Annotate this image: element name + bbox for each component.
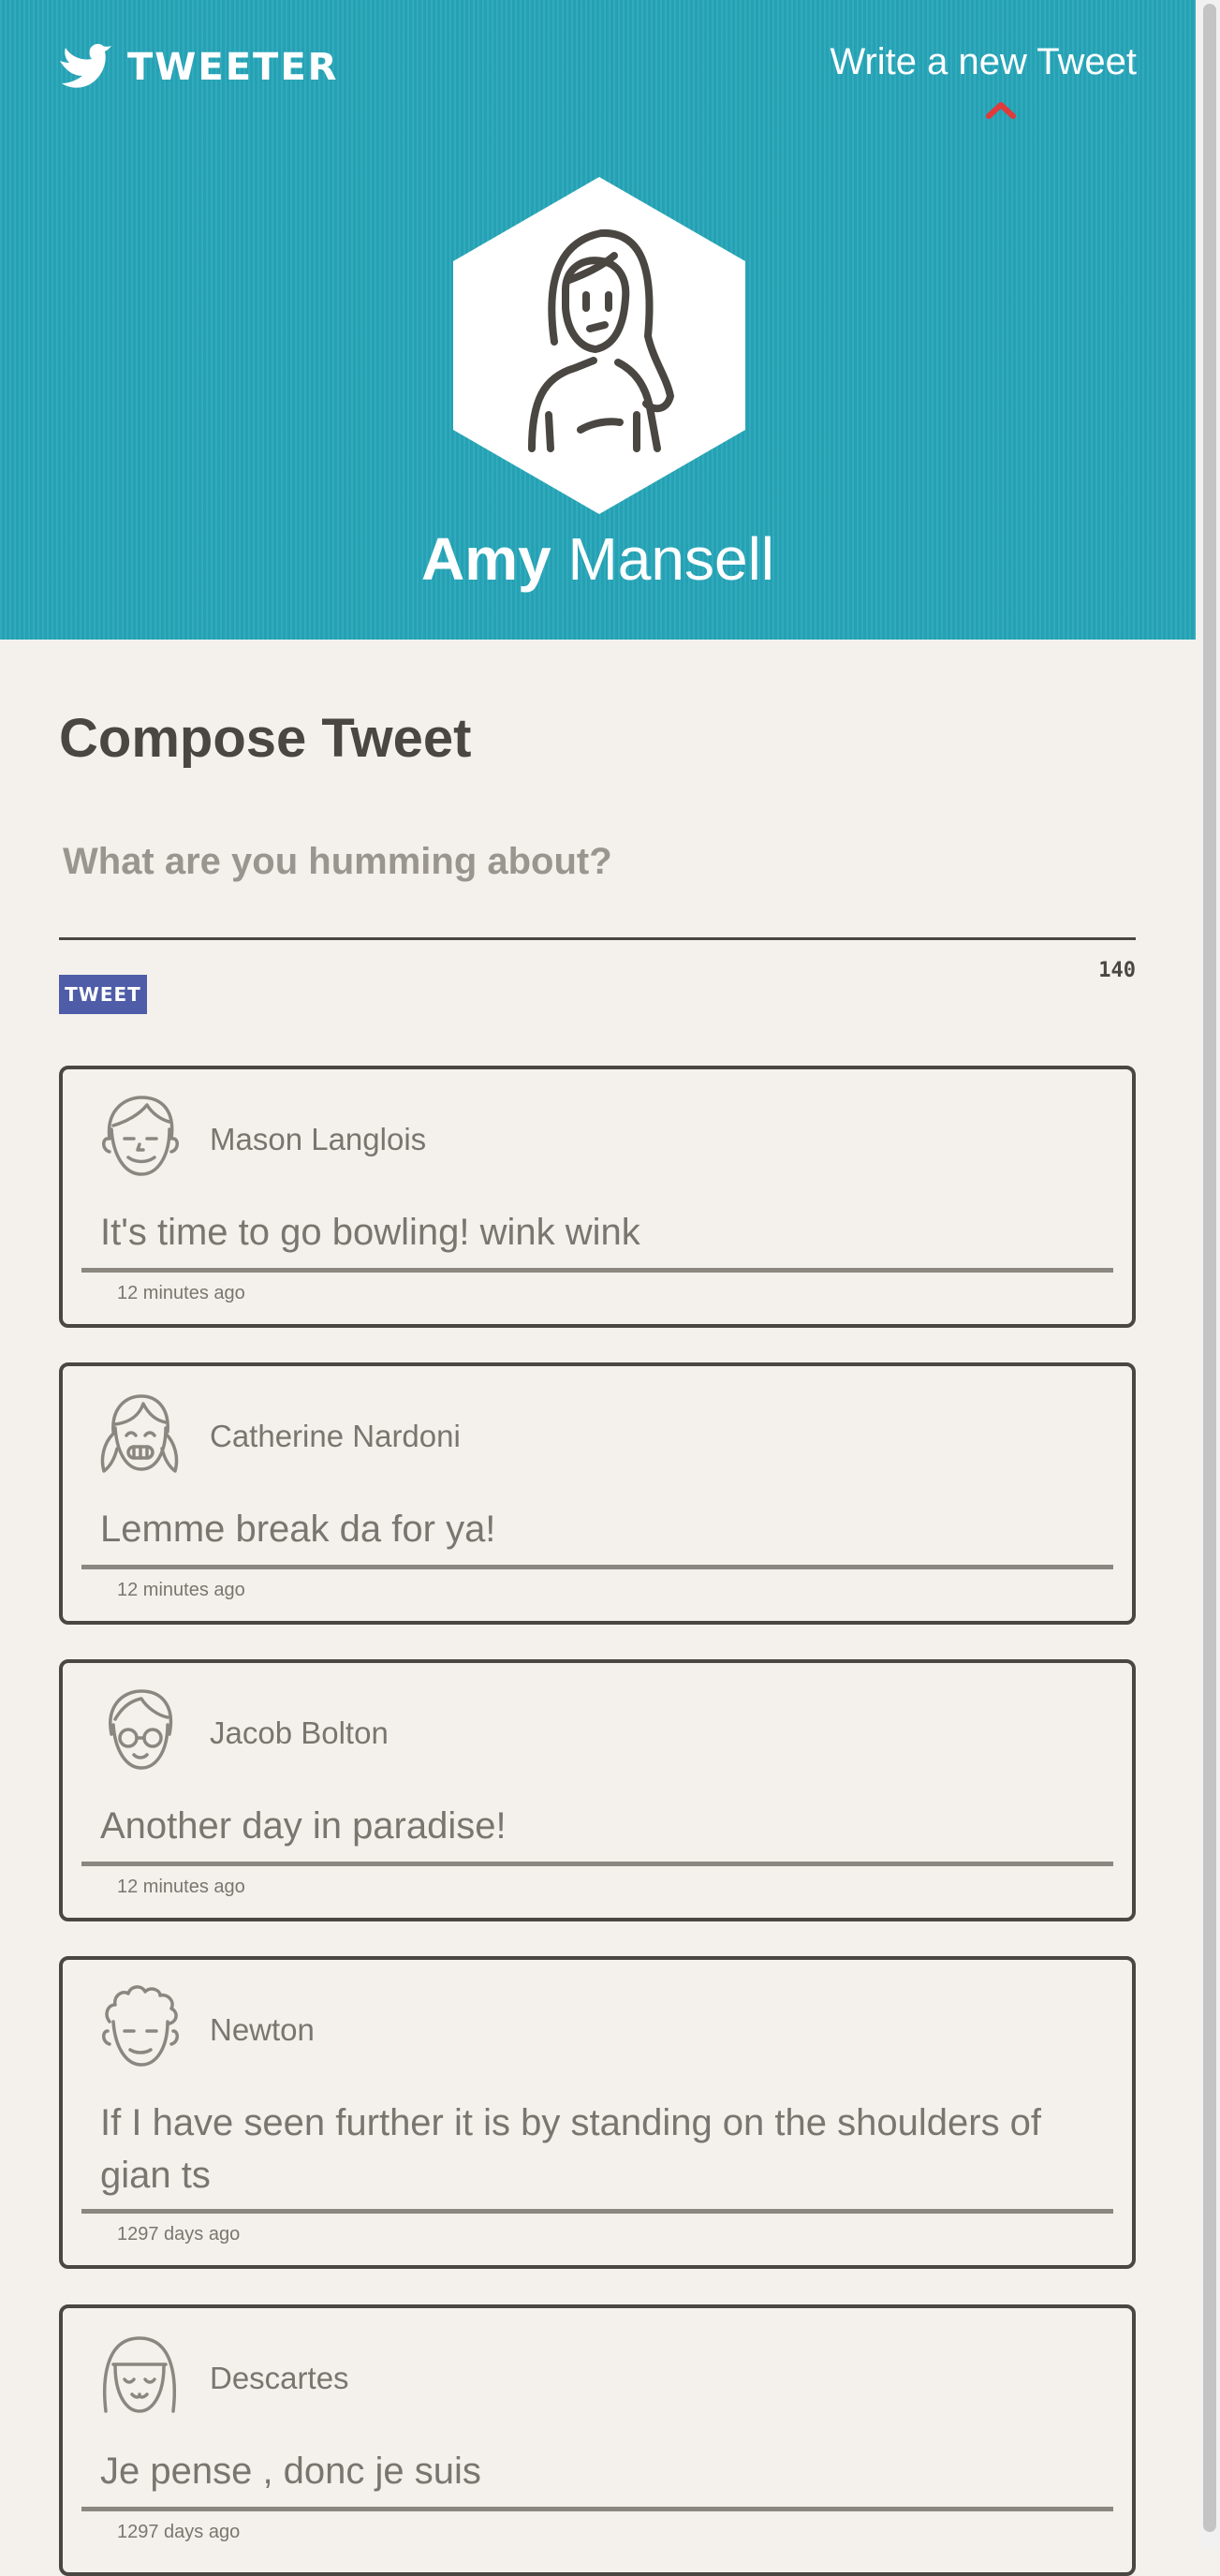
tweet-timestamp: 12 minutes ago xyxy=(117,1283,245,1303)
tweet-textarea[interactable] xyxy=(59,832,1136,940)
tweet-text: Lemme break da for ya! xyxy=(100,1509,496,1550)
brand-name: TWEETER xyxy=(127,46,339,89)
tweet-text: Another day in paradise! xyxy=(100,1805,507,1847)
curly-hair-avatar-icon xyxy=(102,1985,179,2067)
profile-avatar xyxy=(453,177,745,514)
chevron-up-icon[interactable] xyxy=(985,99,1017,120)
tweet-timestamp: 1297 days ago xyxy=(117,2224,241,2245)
tweet-text: It's time to go bowling! wink wink xyxy=(100,1212,640,1253)
tweet-author[interactable]: Jacob Bolton xyxy=(210,1715,389,1751)
tweet-card: Jacob Bolton Another day in paradise! 12… xyxy=(59,1659,1136,1921)
bird-icon xyxy=(60,43,111,88)
tweet-card: Mason Langlois It's time to go bowling! … xyxy=(59,1066,1136,1328)
scrollbar-thumb[interactable] xyxy=(1203,4,1216,2532)
char-counter: 140 xyxy=(1098,959,1136,982)
tweet-timestamp: 12 minutes ago xyxy=(117,1877,245,1897)
profile-last-name: Mansell xyxy=(567,525,775,593)
glasses-avatar-icon xyxy=(109,1689,173,1770)
tweet-card: Descartes Je pense , donc je suis 1297 d… xyxy=(59,2304,1136,2576)
profile-header: TWEETER Write a new Tweet Amy Mansell xyxy=(0,0,1196,640)
bob-hair-avatar-icon xyxy=(103,2336,176,2413)
profile-name: Amy Mansell xyxy=(0,524,1196,594)
vertical-scrollbar[interactable] xyxy=(1199,0,1220,2549)
girl-pigtails-avatar-icon xyxy=(100,1394,179,1473)
tweet-author[interactable]: Descartes xyxy=(210,2361,349,2396)
tweet-author[interactable]: Mason Langlois xyxy=(210,1122,426,1157)
profile-first-name: Amy xyxy=(420,525,551,593)
tweet-button[interactable]: TWEET xyxy=(59,975,147,1014)
tweet-card: Catherine Nardoni Lemme break da for ya!… xyxy=(59,1362,1136,1625)
tweet-timestamp: 1297 days ago xyxy=(117,2522,241,2542)
tweet-timestamp: 12 minutes ago xyxy=(117,1580,245,1600)
tweet-divider xyxy=(81,1565,1113,1569)
compose-title: Compose Tweet xyxy=(59,708,472,769)
brand-logo[interactable]: TWEETER xyxy=(58,37,338,97)
write-new-tweet-toggle[interactable]: Write a new Tweet xyxy=(830,41,1137,83)
smiling-boy-avatar-icon xyxy=(102,1096,179,1176)
tweet-author[interactable]: Catherine Nardoni xyxy=(210,1419,461,1454)
tweet-divider xyxy=(81,2507,1113,2511)
tweet-text: If I have seen further it is by standing… xyxy=(100,2102,1042,2196)
tweet-card: Newton If I have seen further it is by s… xyxy=(59,1956,1136,2269)
tweet-divider xyxy=(81,1862,1113,1866)
tweet-author[interactable]: Newton xyxy=(210,2012,315,2048)
tweet-divider xyxy=(81,2209,1113,2214)
tweet-divider xyxy=(81,1268,1113,1273)
tweet-text: Je pense , donc je suis xyxy=(100,2451,481,2492)
